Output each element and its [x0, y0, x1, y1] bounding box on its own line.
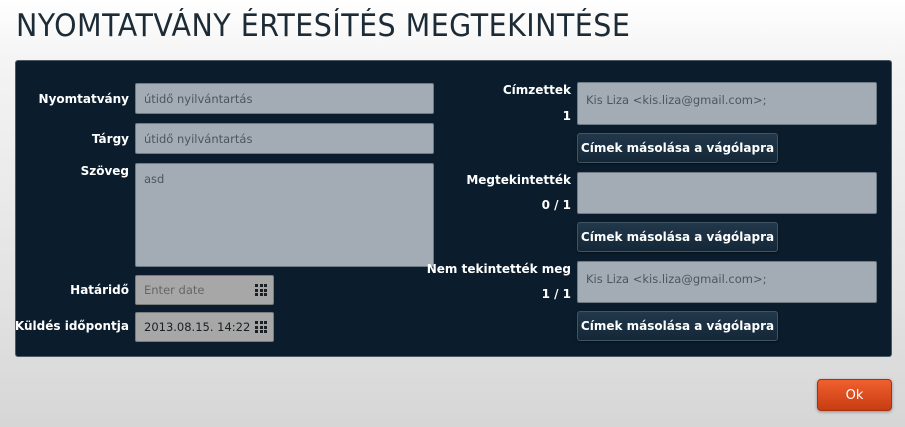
not-viewed-field[interactable]: Kis Liza <kis.liza@gmail.com>;: [577, 261, 877, 303]
sent-time-value: 2013.08.15. 14:22: [144, 320, 251, 334]
viewed-count: 0 / 1: [541, 198, 571, 212]
calendar-icon[interactable]: [255, 284, 267, 296]
recipients-count: 1: [562, 109, 571, 123]
recipients-label: Címzettek: [502, 83, 571, 97]
deadline-date-field[interactable]: Enter date: [135, 275, 274, 305]
form-value: útidő nyilvántartás: [144, 91, 253, 106]
recipients-field[interactable]: Kis Liza <kis.liza@gmail.com>;: [577, 82, 877, 125]
calendar-icon[interactable]: [255, 321, 267, 333]
copy-recipients-button[interactable]: Címek másolása a vágólapra: [577, 133, 778, 163]
notification-panel: Nyomtatvány útidő nyilvántartás Tárgy út…: [15, 60, 892, 357]
form-field[interactable]: útidő nyilvántartás: [135, 83, 434, 114]
deadline-placeholder: Enter date: [144, 283, 205, 297]
subject-value: útidő nyilvántartás: [144, 131, 253, 146]
copy-viewed-button[interactable]: Címek másolása a vágólapra: [577, 222, 778, 252]
form-label: Nyomtatvány: [38, 92, 129, 106]
sent-time-field[interactable]: 2013.08.15. 14:22: [135, 312, 274, 342]
sent-time-label: Küldés időpontja: [14, 319, 129, 333]
text-value: asd: [144, 172, 165, 186]
deadline-label: Határidő: [70, 283, 129, 297]
copy-not-viewed-button[interactable]: Címek másolása a vágólapra: [577, 311, 778, 341]
text-area[interactable]: asd: [135, 163, 434, 267]
text-label: Szöveg: [80, 164, 129, 178]
page-title: NYOMTATVÁNY ÉRTESÍTÉS MEGTEKINTÉSE: [16, 8, 631, 44]
viewed-field[interactable]: [577, 172, 877, 214]
not-viewed-label: Nem tekintették meg: [426, 262, 571, 276]
viewed-label: Megtekintették: [466, 173, 571, 187]
not-viewed-value: Kis Liza <kis.liza@gmail.com>;: [586, 272, 767, 286]
subject-label: Tárgy: [91, 132, 129, 146]
not-viewed-count: 1 / 1: [541, 287, 571, 301]
recipients-value: Kis Liza <kis.liza@gmail.com>;: [586, 93, 767, 107]
subject-field[interactable]: útidő nyilvántartás: [135, 123, 434, 154]
ok-button[interactable]: Ok: [817, 379, 892, 411]
